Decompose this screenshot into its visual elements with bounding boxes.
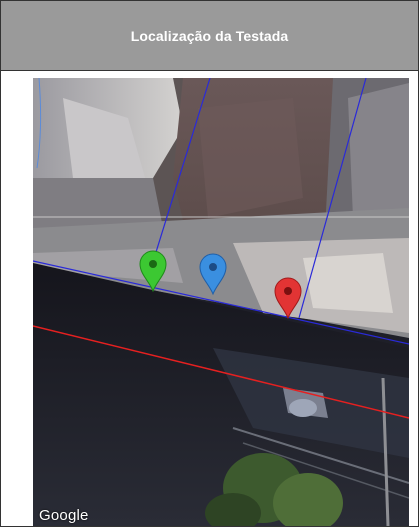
google-attribution[interactable]: Google (39, 507, 89, 524)
satellite-imagery (33, 78, 409, 526)
location-panel: Localização da Testada Google (0, 0, 419, 527)
satellite-map[interactable]: Google (33, 78, 409, 526)
green-marker-icon[interactable] (138, 250, 168, 292)
blue-marker-icon[interactable] (198, 253, 228, 295)
panel-title: Localização da Testada (130, 27, 289, 44)
red-marker-icon[interactable] (273, 277, 303, 319)
panel-header: Localização da Testada (1, 1, 418, 71)
